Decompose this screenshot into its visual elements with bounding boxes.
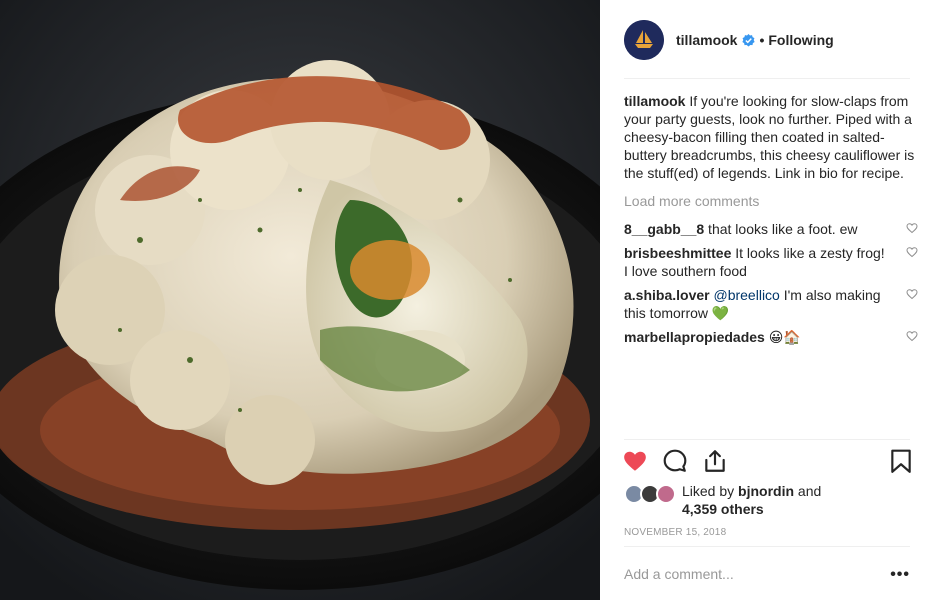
follow-status-button[interactable]: Following xyxy=(768,32,833,48)
separator-dot: • xyxy=(759,32,765,48)
post-date[interactable]: NOVEMBER 15, 2018 xyxy=(624,527,726,538)
liker-avatar[interactable] xyxy=(656,484,676,504)
post-photo[interactable] xyxy=(0,0,600,600)
comment-row: 8__gabb__8 that looks like a foot. ew xyxy=(624,220,918,238)
verified-badge-icon xyxy=(742,33,756,46)
add-comment-divider xyxy=(624,546,910,547)
action-bar xyxy=(600,440,934,484)
comment-text: 😀🏠 xyxy=(764,329,801,345)
heart-outline-icon[interactable] xyxy=(906,222,918,234)
caption: tillamook If you're looking for slow-cla… xyxy=(624,92,916,182)
comment-text: that looks like a foot. ew xyxy=(704,221,858,237)
comment-row: marbellapropiedades 😀🏠 xyxy=(624,328,918,346)
heart-outline-icon[interactable] xyxy=(906,246,918,258)
heart-filled-icon[interactable] xyxy=(622,448,648,474)
username[interactable]: tillamook xyxy=(676,32,737,48)
header-divider xyxy=(624,78,910,79)
caption-username[interactable]: tillamook xyxy=(624,93,685,109)
share-icon[interactable] xyxy=(702,448,728,474)
comments-section: tillamook If you're looking for slow-cla… xyxy=(624,92,918,352)
liked-user[interactable]: bjnordin xyxy=(738,483,794,499)
avatar[interactable] xyxy=(624,20,664,60)
liked-and: and xyxy=(794,483,822,499)
liked-by-row: Liked by bjnordin and 4,359 others xyxy=(624,482,821,518)
heart-outline-icon[interactable] xyxy=(906,330,918,342)
liker-avatars xyxy=(624,482,682,506)
load-more-comments-button[interactable]: Load more comments xyxy=(624,192,916,210)
add-comment-input[interactable]: Add a comment... xyxy=(624,566,734,582)
comment-username[interactable]: a.shiba.lover xyxy=(624,287,710,303)
comment-username[interactable]: 8__gabb__8 xyxy=(624,221,704,237)
header-line: tillamook • Following xyxy=(676,32,834,48)
heart-outline-icon[interactable] xyxy=(906,288,918,300)
liked-prefix: Liked by xyxy=(682,483,739,499)
post-header: tillamook • Following xyxy=(600,0,934,78)
comment-username[interactable]: brisbeeshmittee xyxy=(624,245,731,261)
liked-by-text: Liked by bjnordin and 4,359 others xyxy=(682,482,821,518)
more-options-button[interactable]: ••• xyxy=(890,566,910,584)
ship-logo-icon xyxy=(624,20,664,60)
comment-row: a.shiba.lover @breellico I'm also making… xyxy=(624,286,918,322)
comment-username[interactable]: marbellapropiedades xyxy=(624,329,765,345)
likes-count[interactable]: 4,359 others xyxy=(682,501,764,517)
comment-icon[interactable] xyxy=(662,448,688,474)
comment-mention[interactable]: @breellico xyxy=(713,287,779,303)
comment-row: brisbeeshmittee It looks like a zesty fr… xyxy=(624,244,918,280)
cauliflower-photo xyxy=(0,0,600,600)
post-side-panel: tillamook • Following tillamook If you'r… xyxy=(600,0,934,600)
bookmark-icon[interactable] xyxy=(888,448,914,474)
